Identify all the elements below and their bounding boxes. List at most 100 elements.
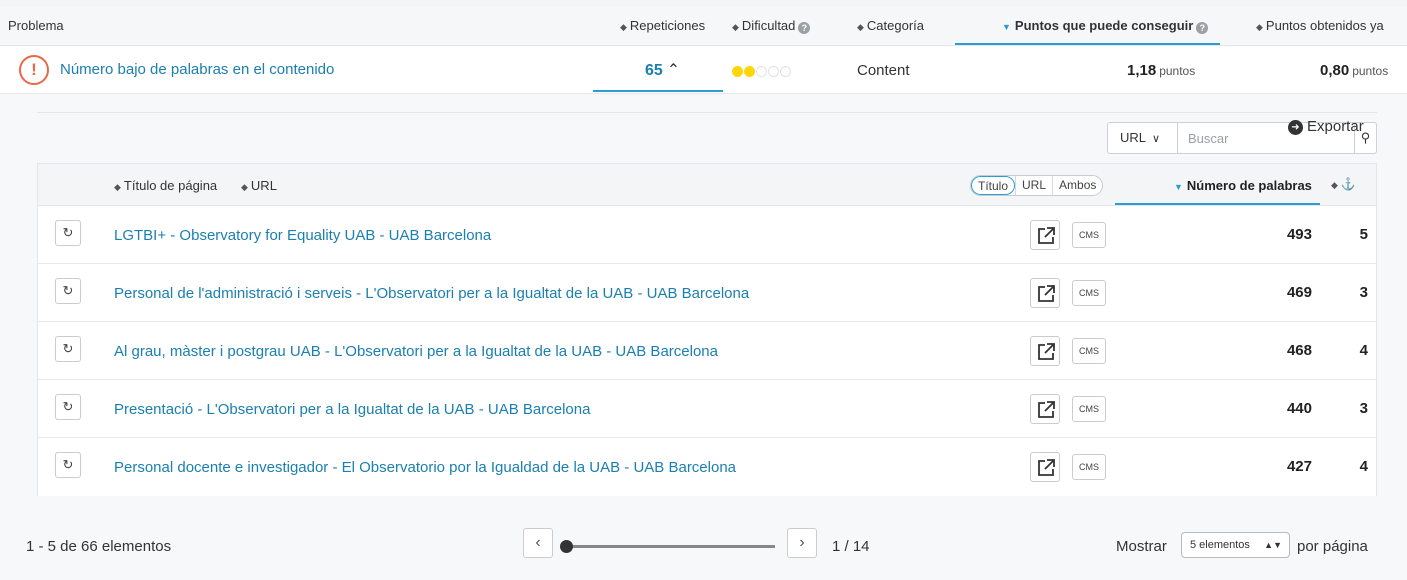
per-page-suffix: por página	[1297, 538, 1368, 555]
cms-button[interactable]: CMS	[1072, 396, 1106, 422]
issue-detail-panel: URL∨ ⚲ ➜Exportar ◆Título de página ◆URL …	[0, 94, 1407, 580]
refresh-icon: ↻	[62, 225, 74, 240]
col-header-word-count[interactable]: ▼ Número de palabras	[1174, 178, 1312, 193]
difficulty-dot	[768, 66, 779, 77]
issues-table-header: Problema ◆ Repeticiones ◆ Dificultad? ◆ Cat…	[0, 6, 1407, 46]
expanded-indicator	[593, 90, 723, 92]
recheck-button[interactable]: ↻	[55, 452, 81, 478]
page-depth: 4	[1359, 342, 1368, 359]
page-depth: 4	[1359, 458, 1368, 475]
open-external-button[interactable]	[1030, 394, 1060, 424]
difficulty-dot	[780, 66, 791, 77]
page-title-link[interactable]: Personal de l'administració i serveis - …	[114, 285, 749, 302]
refresh-icon: ↻	[62, 341, 74, 356]
open-external-button[interactable]	[1030, 336, 1060, 366]
refresh-icon: ↻	[62, 283, 74, 298]
cms-button[interactable]: CMS	[1072, 338, 1106, 364]
divider	[37, 112, 1377, 113]
col-header-url[interactable]: ◆ URL	[241, 178, 277, 193]
recheck-button[interactable]: ↻	[55, 220, 81, 246]
table-row: ↻ Presentació - L'Observatori per a la Ig…	[38, 380, 1376, 438]
prev-page-button[interactable]: ‹	[523, 528, 553, 558]
difficulty-dot	[732, 66, 743, 77]
sort-icon: ◆	[241, 182, 248, 192]
recheck-button[interactable]: ↻	[55, 394, 81, 420]
cms-button[interactable]: CMS	[1072, 454, 1106, 480]
repetitions-toggle[interactable]: 65 ⌃	[645, 60, 680, 80]
per-page-select[interactable]: 5 elementos ▲▼	[1181, 532, 1290, 558]
repetitions-count: 65	[645, 62, 663, 79]
search-scope-select[interactable]: URL ∨	[1108, 123, 1178, 153]
col-header-points-obtained-label: Puntos obtenidos ya	[1265, 18, 1384, 33]
sort-icon: ◆	[620, 22, 627, 32]
col-header-category-label: Categoría	[866, 18, 925, 33]
cms-button[interactable]: CMS	[1072, 280, 1106, 306]
pages-table: ◆ Título de página ◆ URL Título URL Ambos ▼ N…	[37, 163, 1377, 496]
word-count: 469	[1286, 284, 1312, 301]
export-button[interactable]: ➜ Exportar	[1288, 118, 1364, 135]
toggle-option-ambos[interactable]: Ambos	[1052, 176, 1102, 195]
page-depth: 3	[1359, 284, 1368, 301]
issue-title-link[interactable]: Número bajo de palabras en el contenido	[60, 61, 334, 78]
per-page-value: 5 elementos	[1190, 539, 1250, 551]
sort-icon: ◆	[857, 22, 864, 32]
points-unit: puntos	[1159, 64, 1196, 78]
cms-button[interactable]: CMS	[1072, 222, 1106, 248]
pages-table-header: ◆ Título de página ◆ URL Título URL Ambos ▼ N…	[38, 164, 1376, 206]
page-depth: 3	[1359, 400, 1368, 417]
page-title-link[interactable]: Presentació - L'Observatori per a la Igu…	[114, 401, 590, 418]
table-row: ↻ Al grau, màster i postgrau UAB - L'Obse…	[38, 322, 1376, 380]
word-count: 468	[1286, 342, 1312, 359]
page-indicator: 1 / 14	[832, 538, 870, 555]
col-header-category[interactable]: ◆ Categoría	[857, 18, 924, 33]
col-header-depth[interactable]: ◆ ⚓	[1331, 177, 1356, 191]
sitemap-icon: ⚓	[1340, 177, 1356, 191]
difficulty-dot	[744, 66, 755, 77]
toggle-option-título[interactable]: Título	[971, 176, 1016, 195]
page-title-link[interactable]: Al grau, màster i postgrau UAB - L'Obser…	[114, 343, 718, 360]
difficulty-dots	[732, 64, 792, 80]
page-slider-track[interactable]	[567, 545, 775, 548]
table-row: ↻ Personal de l'administració i serveis -…	[38, 264, 1376, 322]
recheck-button[interactable]: ↻	[55, 336, 81, 362]
export-icon: ➜	[1288, 120, 1303, 135]
open-external-button[interactable]	[1030, 452, 1060, 482]
points-available-value: 1,18	[1127, 62, 1157, 79]
sort-icon: ◆	[114, 182, 121, 192]
search-scope-label: URL	[1120, 130, 1147, 145]
chevron-up-icon: ⌃	[666, 62, 681, 79]
page-slider-handle[interactable]	[560, 540, 573, 553]
col-header-points-available[interactable]: ▼ Puntos que puede conseguir?	[1002, 18, 1209, 34]
word-count: 427	[1286, 458, 1312, 475]
refresh-icon: ↻	[62, 399, 74, 414]
open-external-button[interactable]	[1030, 220, 1060, 250]
page-title-link[interactable]: Personal docente e investigador - El Obs…	[114, 459, 736, 476]
active-sort-underline	[1115, 203, 1320, 205]
col-header-page-title[interactable]: ◆ Título de página	[114, 178, 217, 193]
open-external-button[interactable]	[1030, 278, 1060, 308]
toggle-option-url[interactable]: URL	[1015, 176, 1052, 195]
export-label: Exportar	[1307, 118, 1364, 135]
show-label: Mostrar	[1116, 538, 1167, 555]
col-header-page-title-label: Título de página	[123, 178, 218, 193]
col-header-word-count-label: Número de palabras	[1186, 178, 1312, 193]
display-mode-toggle: Título URL Ambos	[970, 175, 1104, 196]
col-header-problem: Problema	[8, 18, 64, 33]
page-depth: 5	[1359, 226, 1368, 243]
next-page-button[interactable]: ›	[787, 528, 817, 558]
help-icon[interactable]: ?	[1196, 22, 1209, 34]
points-obtained-value: 0,80	[1320, 62, 1350, 79]
word-count: 493	[1286, 226, 1312, 243]
col-header-repetitions[interactable]: ◆ Repeticiones	[620, 18, 705, 33]
alert-icon: !	[19, 55, 49, 85]
points-available: 1,18 puntos	[1127, 62, 1195, 79]
help-icon[interactable]: ?	[798, 22, 811, 34]
col-header-url-label: URL	[250, 178, 277, 193]
page-title-link[interactable]: LGTBI+ - Observatory for Equality UAB - …	[114, 227, 491, 244]
recheck-button[interactable]: ↻	[55, 278, 81, 304]
points-unit: puntos	[1352, 64, 1389, 78]
col-header-difficulty[interactable]: ◆ Dificultad?	[732, 18, 811, 34]
issue-row: ! Número bajo de palabras en el contenid…	[0, 46, 1407, 94]
refresh-icon: ↻	[62, 457, 74, 472]
col-header-points-obtained[interactable]: ◆ Puntos obtenidos ya	[1256, 18, 1384, 33]
